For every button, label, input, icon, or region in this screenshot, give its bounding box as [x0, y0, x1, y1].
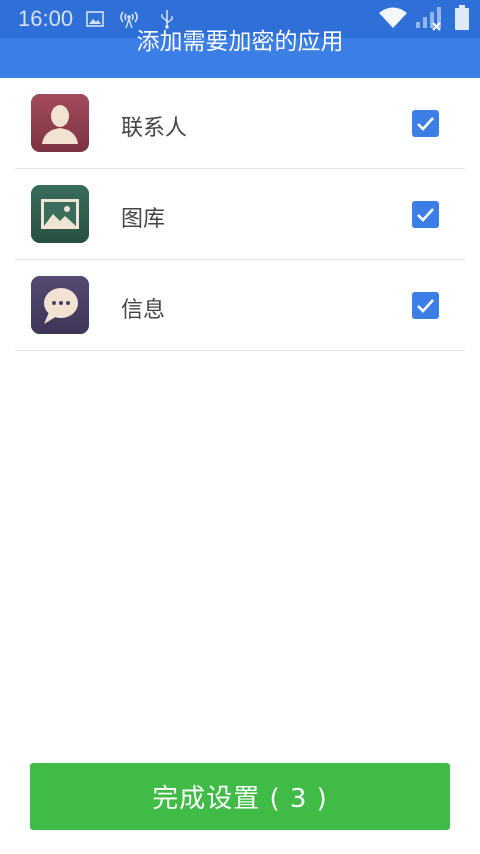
app-name: 信息: [121, 298, 166, 323]
done-button[interactable]: 完成设置 ( 3 ): [30, 763, 450, 830]
contacts-icon: [31, 94, 89, 152]
checkbox-gallery[interactable]: [412, 201, 439, 228]
app-name: 联系人: [121, 116, 188, 141]
list-item[interactable]: 图库: [15, 169, 465, 260]
list-item[interactable]: 信息: [15, 260, 465, 351]
check-icon: [417, 299, 434, 313]
page-title: 添加需要加密的应用: [136, 29, 344, 55]
app-list: 联系人 图库 信息: [15, 78, 465, 351]
messages-icon: [31, 276, 89, 334]
gallery-icon: [31, 185, 89, 243]
list-item[interactable]: 联系人: [15, 78, 465, 169]
checkbox-contacts[interactable]: [412, 110, 439, 137]
check-icon: [417, 208, 434, 222]
check-icon: [417, 117, 434, 131]
checkbox-messages[interactable]: [412, 292, 439, 319]
app-name: 图库: [121, 207, 166, 232]
